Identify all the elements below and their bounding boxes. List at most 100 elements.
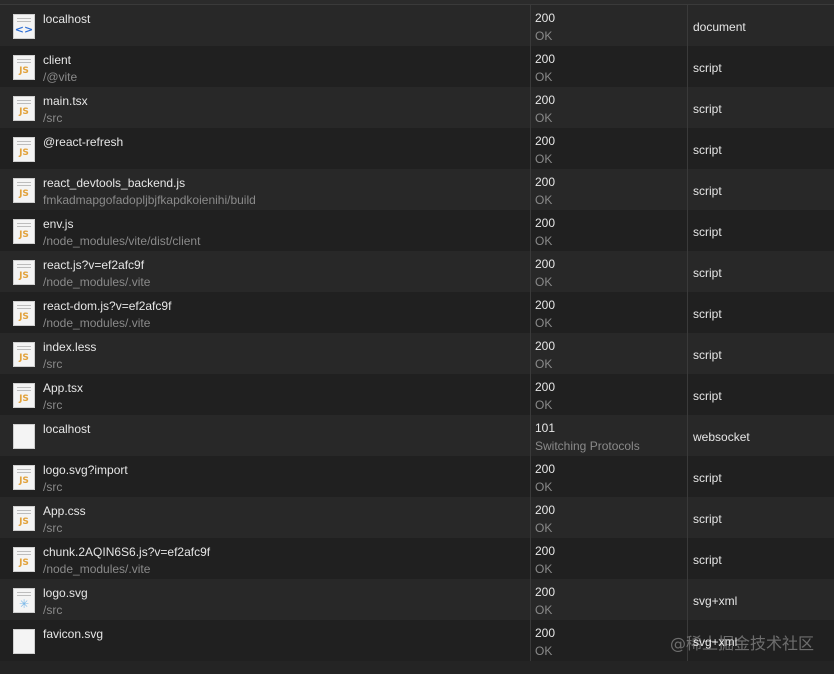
status-code: 200 — [535, 503, 556, 517]
column-divider — [530, 169, 531, 210]
column-divider — [530, 620, 531, 661]
request-row[interactable]: JS env.js/node_modules/vite/dist/client 20… — [0, 210, 834, 251]
js-file-icon: JS — [13, 96, 35, 121]
request-type: script — [693, 143, 722, 157]
status-text: OK — [535, 480, 553, 494]
request-path: /@vite — [43, 70, 78, 84]
column-divider — [530, 251, 531, 292]
js-file-icon: JS — [13, 506, 35, 531]
column-divider — [530, 374, 531, 415]
status-text: OK — [535, 193, 553, 207]
status-text: OK — [535, 562, 553, 576]
request-path: /src — [43, 111, 63, 125]
js-file-icon: JS — [13, 342, 35, 367]
request-name: react_devtools_backend.js — [43, 176, 186, 190]
request-type: script — [693, 389, 722, 403]
blank-file-icon — [13, 629, 35, 654]
status-text: OK — [535, 603, 553, 617]
request-row[interactable]: JS @react-refresh 200 OK script — [0, 128, 834, 169]
request-name: localhost — [43, 12, 91, 26]
request-type: document — [693, 20, 746, 34]
request-type: script — [693, 102, 722, 116]
status-code: 101 — [535, 421, 556, 435]
icon-glyph: JS — [19, 230, 29, 240]
request-row[interactable]: localhost 101 Switching Protocols websocket — [0, 415, 834, 456]
column-divider — [530, 128, 531, 169]
request-name: env.js — [43, 217, 74, 231]
status-code: 200 — [535, 175, 556, 189]
status-text: OK — [535, 521, 553, 535]
column-divider — [687, 456, 688, 497]
request-row[interactable]: JS App.css/src 200 OK script — [0, 497, 834, 538]
icon-glyph: JS — [19, 271, 29, 281]
request-path: /src — [43, 603, 63, 617]
status-code: 200 — [535, 216, 556, 230]
icon-glyph: JS — [19, 148, 29, 158]
js-file-icon: JS — [13, 260, 35, 285]
request-type: script — [693, 184, 722, 198]
request-row[interactable]: JS react_devtools_backend.js fmkadmapgofad… — [0, 169, 834, 210]
request-row[interactable]: JS index.less/src 200 OK script — [0, 333, 834, 374]
request-row[interactable]: JS logo.svg?import/src 200 OK script — [0, 456, 834, 497]
status-code: 200 — [535, 626, 556, 640]
request-row[interactable]: JS react.js?v=ef2afc9f/node_modules/.vite… — [0, 251, 834, 292]
icon-glyph: JS — [19, 517, 29, 527]
request-type: script — [693, 225, 722, 239]
status-text: Switching Protocols — [535, 439, 640, 453]
column-divider — [530, 87, 531, 128]
request-path: /src — [43, 357, 63, 371]
request-row[interactable]: JS App.tsx/src 200 OK script — [0, 374, 834, 415]
status-code: 200 — [535, 544, 556, 558]
column-divider — [687, 128, 688, 169]
column-divider — [687, 169, 688, 210]
icon-glyph: <> — [14, 23, 34, 36]
status-text: OK — [535, 316, 553, 330]
column-divider — [687, 579, 688, 620]
icon-glyph: JS — [19, 353, 29, 363]
request-row[interactable]: JS client /@vite 200 OK script — [0, 46, 834, 87]
status-code: 200 — [535, 585, 556, 599]
blank-file-icon — [13, 424, 35, 449]
request-type: script — [693, 553, 722, 567]
icon-glyph: JS — [19, 66, 29, 76]
request-name: main.tsx — [43, 94, 88, 108]
js-file-icon: JS — [13, 219, 35, 244]
request-row[interactable]: <> localhost 200 OK document — [0, 5, 834, 46]
request-path: /src — [43, 521, 63, 535]
js-file-icon: JS — [13, 465, 35, 490]
html-document-icon: <> — [13, 14, 35, 39]
request-type: svg+xml — [693, 594, 738, 608]
js-file-icon: JS — [13, 178, 35, 203]
js-file-icon: JS — [13, 301, 35, 326]
request-row[interactable]: JS react-dom.js?v=ef2afc9f/node_modules/.… — [0, 292, 834, 333]
request-type: script — [693, 471, 722, 485]
column-divider — [530, 292, 531, 333]
request-type: script — [693, 348, 722, 362]
column-divider — [530, 456, 531, 497]
request-name: chunk.2AQIN6S6.js?v=ef2afc9f — [43, 545, 211, 559]
request-type: websocket — [693, 430, 750, 444]
request-row[interactable]: JS chunk.2AQIN6S6.js?v=ef2afc9f/node_modu… — [0, 538, 834, 579]
column-divider — [687, 538, 688, 579]
status-code: 200 — [535, 257, 556, 271]
request-row[interactable]: JS main.tsx/src 200 OK script — [0, 87, 834, 128]
column-divider — [687, 292, 688, 333]
request-type: script — [693, 266, 722, 280]
js-file-icon: JS — [13, 547, 35, 572]
column-divider — [687, 333, 688, 374]
request-row[interactable]: ✳ logo.svg/src 200 OK svg+xml — [0, 579, 834, 620]
status-text: OK — [535, 152, 553, 166]
request-type: script — [693, 61, 722, 75]
column-divider — [687, 5, 688, 46]
request-path: /node_modules/vite/dist/client — [43, 234, 201, 248]
column-divider — [530, 333, 531, 374]
request-name: react-dom.js?v=ef2afc9f — [43, 299, 172, 313]
request-path: /node_modules/.vite — [43, 316, 151, 330]
icon-glyph: JS — [19, 189, 29, 199]
icon-glyph: JS — [19, 394, 29, 404]
status-text: OK — [535, 29, 553, 43]
request-name: index.less — [43, 340, 97, 354]
icon-glyph: JS — [19, 312, 29, 322]
column-divider — [530, 210, 531, 251]
js-file-icon: JS — [13, 383, 35, 408]
